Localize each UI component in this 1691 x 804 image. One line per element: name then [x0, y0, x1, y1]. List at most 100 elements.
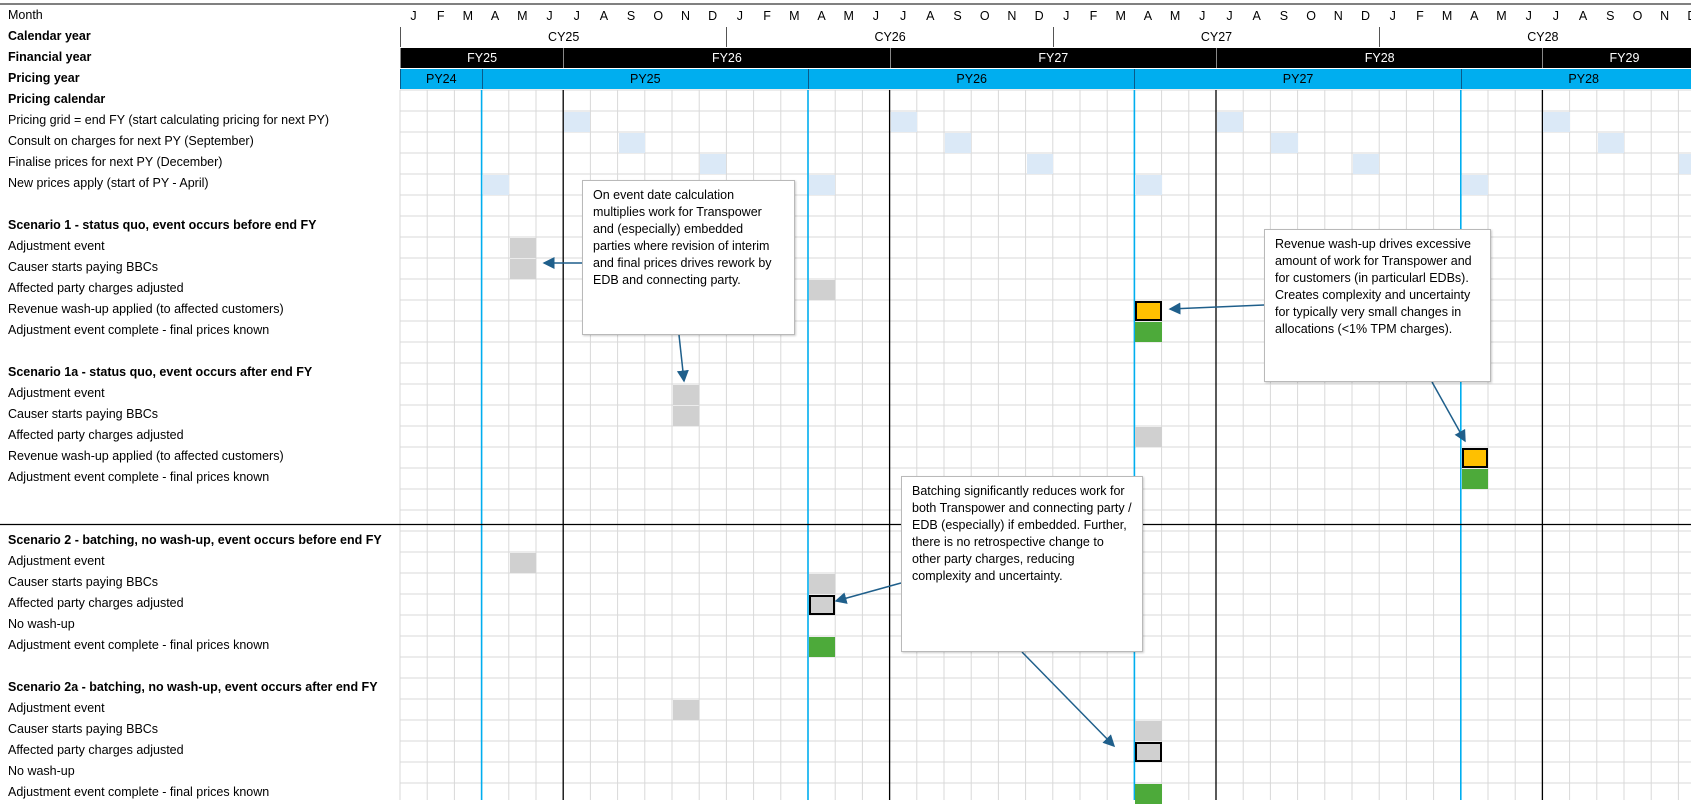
- section-heading[interactable]: Scenario 1 - status quo, event occurs be…: [8, 215, 316, 235]
- row-label[interactable]: Affected party charges adjusted: [8, 425, 184, 445]
- timeline-cell-grey[interactable]: [509, 259, 536, 279]
- timeline-cell-grey[interactable]: [1135, 721, 1162, 741]
- timeline-cell-lightblue[interactable]: [1271, 133, 1298, 153]
- month-header-cell[interactable]: J: [1379, 6, 1406, 26]
- month-header-cell[interactable]: A: [482, 6, 509, 26]
- row-label[interactable]: Causer starts paying BBCs: [8, 404, 158, 424]
- timeline-cell-greybox[interactable]: [809, 595, 836, 615]
- month-header-cell[interactable]: M: [1107, 6, 1134, 26]
- fy-cell[interactable]: FY25: [400, 48, 564, 68]
- row-label[interactable]: Affected party charges adjusted: [8, 740, 184, 760]
- month-header-cell[interactable]: A: [1570, 6, 1597, 26]
- fy-cell[interactable]: FY29: [1542, 48, 1691, 68]
- month-header-cell[interactable]: M: [1488, 6, 1515, 26]
- timeline-cell-lightblue[interactable]: [700, 154, 727, 174]
- month-header-cell[interactable]: M: [781, 6, 808, 26]
- timeline-cell-green[interactable]: [1135, 784, 1162, 804]
- fy-cell[interactable]: FY27: [889, 48, 1216, 68]
- timeline-cell-lightblue[interactable]: [945, 133, 972, 153]
- row-label[interactable]: No wash-up: [8, 761, 75, 781]
- row-label[interactable]: Revenue wash-up applied (to affected cus…: [8, 299, 284, 319]
- section-heading[interactable]: Scenario 2a - batching, no wash-up, even…: [8, 677, 378, 697]
- month-header-cell[interactable]: J: [1053, 6, 1080, 26]
- month-header-cell[interactable]: J: [1189, 6, 1216, 26]
- py-cell[interactable]: PY26: [808, 69, 1135, 89]
- timeline-cell-lightblue[interactable]: [1543, 112, 1570, 132]
- month-header-cell[interactable]: N: [1325, 6, 1352, 26]
- py-cell[interactable]: PY24: [400, 69, 482, 89]
- callout-text-box-2[interactable]: Revenue wash-up drives excessive amount …: [1264, 229, 1491, 382]
- row-label[interactable]: New prices apply (start of PY - April): [8, 173, 209, 193]
- py-cell[interactable]: PY28: [1460, 69, 1691, 89]
- cy-cell[interactable]: CY25: [400, 27, 726, 47]
- row-label[interactable]: Adjustment event: [8, 236, 105, 256]
- month-header-cell[interactable]: A: [808, 6, 835, 26]
- timeline-cell-lightblue[interactable]: [1217, 112, 1244, 132]
- timeline-cell-grey[interactable]: [809, 280, 836, 300]
- row-label[interactable]: Adjustment event complete - final prices…: [8, 635, 269, 655]
- header-month-label[interactable]: Month: [8, 5, 43, 25]
- timeline-cell-green[interactable]: [1461, 469, 1488, 489]
- month-header-cell[interactable]: A: [1134, 6, 1161, 26]
- cy-cell[interactable]: CY27: [1052, 27, 1379, 47]
- timeline-cell-lightblue[interactable]: [482, 175, 509, 195]
- month-header-cell[interactable]: J: [1515, 6, 1542, 26]
- header-financial-year-label[interactable]: Financial year: [8, 47, 91, 67]
- timeline-cell-lightblue[interactable]: [1461, 175, 1488, 195]
- month-header-cell[interactable]: O: [645, 6, 672, 26]
- month-header-cell[interactable]: J: [1542, 6, 1569, 26]
- timeline-cell-lightblue[interactable]: [618, 133, 645, 153]
- timeline-cell-lightblue[interactable]: [809, 175, 836, 195]
- month-header-cell[interactable]: D: [1678, 6, 1691, 26]
- timeline-cell-grey[interactable]: [509, 238, 536, 258]
- timeline-cell-green[interactable]: [1135, 322, 1162, 342]
- month-header-cell[interactable]: A: [1461, 6, 1488, 26]
- row-label[interactable]: Adjustment event: [8, 383, 105, 403]
- month-header-cell[interactable]: F: [1080, 6, 1107, 26]
- timeline-cell-grey[interactable]: [809, 574, 836, 594]
- row-label[interactable]: Revenue wash-up applied (to affected cus…: [8, 446, 284, 466]
- timeline-cell-lightblue[interactable]: [1353, 154, 1380, 174]
- month-header-cell[interactable]: M: [835, 6, 862, 26]
- month-header-cell[interactable]: O: [1298, 6, 1325, 26]
- row-label[interactable]: Adjustment event complete - final prices…: [8, 320, 269, 340]
- timeline-cell-lightblue[interactable]: [1135, 175, 1162, 195]
- row-label[interactable]: Causer starts paying BBCs: [8, 719, 158, 739]
- timeline-cell-grey[interactable]: [673, 700, 700, 720]
- timeline-cell-grey[interactable]: [673, 406, 700, 426]
- month-header-cell[interactable]: D: [1352, 6, 1379, 26]
- month-header-cell[interactable]: A: [917, 6, 944, 26]
- section-heading[interactable]: Scenario 2 - batching, no wash-up, event…: [8, 530, 382, 550]
- row-label[interactable]: Adjustment event complete - final prices…: [8, 467, 269, 487]
- month-header-cell[interactable]: J: [862, 6, 889, 26]
- month-header-cell[interactable]: F: [427, 6, 454, 26]
- row-label[interactable]: Causer starts paying BBCs: [8, 257, 158, 277]
- row-label[interactable]: Adjustment event complete - final prices…: [8, 782, 269, 802]
- month-header-cell[interactable]: M: [509, 6, 536, 26]
- month-header-cell[interactable]: J: [1216, 6, 1243, 26]
- month-header-cell[interactable]: S: [618, 6, 645, 26]
- month-header-cell[interactable]: A: [1243, 6, 1270, 26]
- row-label[interactable]: Affected party charges adjusted: [8, 593, 184, 613]
- month-header-cell[interactable]: J: [536, 6, 563, 26]
- timeline-cell-greybox[interactable]: [1135, 742, 1162, 762]
- section-heading[interactable]: Scenario 1a - status quo, event occurs a…: [8, 362, 312, 382]
- fy-cell[interactable]: FY26: [563, 48, 890, 68]
- row-label[interactable]: Consult on charges for next PY (Septembe…: [8, 131, 254, 151]
- fy-cell[interactable]: FY28: [1216, 48, 1543, 68]
- py-cell[interactable]: PY25: [481, 69, 808, 89]
- timeline-cell-amber[interactable]: [1461, 448, 1488, 468]
- header-pricing-year-label[interactable]: Pricing year: [8, 68, 80, 88]
- section-heading[interactable]: Pricing calendar: [8, 89, 105, 109]
- month-header-cell[interactable]: F: [754, 6, 781, 26]
- month-header-cell[interactable]: M: [1434, 6, 1461, 26]
- callout-text-box-3[interactable]: Batching significantly reduces work for …: [901, 476, 1143, 652]
- month-header-cell[interactable]: D: [1026, 6, 1053, 26]
- month-header-cell[interactable]: O: [971, 6, 998, 26]
- month-header-cell[interactable]: J: [563, 6, 590, 26]
- callout-text-box-1[interactable]: On event date calculation multiplies wor…: [582, 180, 795, 335]
- month-header-cell[interactable]: S: [1597, 6, 1624, 26]
- timeline-cell-amber[interactable]: [1135, 301, 1162, 321]
- month-header-cell[interactable]: J: [400, 6, 427, 26]
- month-header-cell[interactable]: O: [1624, 6, 1651, 26]
